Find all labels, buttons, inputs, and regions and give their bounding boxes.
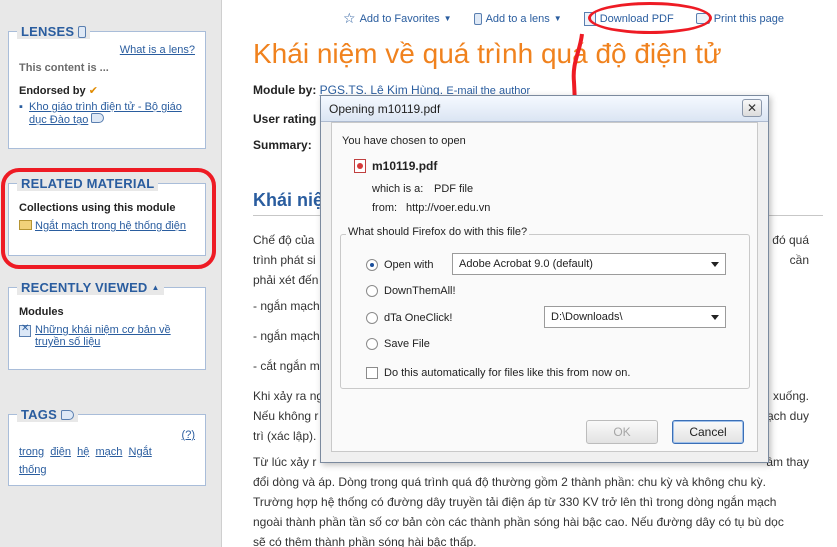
- summary-label: Summary:: [253, 138, 312, 152]
- bullet-icon: ▪: [19, 101, 23, 113]
- which-value: PDF file: [434, 183, 474, 195]
- module-icon: [19, 323, 31, 337]
- check-icon: ✔: [88, 85, 98, 97]
- which-label: which is a:: [372, 183, 424, 195]
- ok-button[interactable]: OK: [586, 420, 658, 444]
- folder-icon: [19, 220, 32, 230]
- tag-link[interactable]: mạch: [96, 446, 123, 458]
- print-button[interactable]: Print this page: [695, 10, 784, 27]
- tags-title: TAGS: [17, 407, 78, 422]
- dialog-filename: m10119.pdf: [372, 159, 438, 173]
- dialog-titlebar[interactable]: Opening m10119.pdf ✕: [321, 96, 768, 122]
- endorse-link[interactable]: Kho giáo trình điện tử - Bộ giáo: [29, 101, 195, 113]
- lenses-panel: LENSES What is a lens? This content is .…: [8, 24, 206, 149]
- lenses-title: LENSES: [17, 24, 91, 39]
- endorsed-label: Endorsed by ✔: [19, 85, 98, 97]
- dta-oneclick-radio[interactable]: [366, 312, 378, 324]
- dialog-body: You have chosen to open m10119.pdf which…: [331, 122, 758, 452]
- pdf-file-icon: [354, 159, 366, 173]
- user-rating-label: User rating: [253, 112, 317, 126]
- recently-viewed-panel: RECENTLY VIEWED ▲ Modules Những khái niệ…: [8, 280, 206, 370]
- content-label: This content is ...: [19, 62, 109, 74]
- tag-link[interactable]: thống: [19, 464, 47, 476]
- module-link-cont[interactable]: truyền số liệu: [35, 336, 195, 348]
- add-to-favorites-button[interactable]: ☆ Add to Favorites ▼: [343, 10, 452, 27]
- recently-title: RECENTLY VIEWED ▲: [17, 280, 164, 295]
- auto-checkbox-label[interactable]: Do this automatically for files like thi…: [384, 367, 630, 379]
- collection-link[interactable]: Ngắt mạch trong hệ thống điện: [35, 220, 186, 232]
- save-file-label[interactable]: Save File: [384, 338, 430, 350]
- endorse-link-cont[interactable]: dục Đào tạo: [29, 114, 88, 126]
- tag-link[interactable]: Ngắt: [129, 446, 152, 458]
- tags-icon: [60, 409, 74, 420]
- download-pdf-button[interactable]: Download PDF: [583, 10, 674, 27]
- tags-panel: TAGS (?) trong điện hệ mạch Ngắt thống: [8, 407, 206, 486]
- collapse-icon[interactable]: ▲: [152, 283, 160, 292]
- close-button[interactable]: ✕: [742, 99, 762, 117]
- from-value: http://voer.edu.vn: [406, 202, 491, 214]
- collections-label: Collections using this module: [19, 202, 176, 214]
- open-with-select[interactable]: Adobe Acrobat 9.0 (default): [452, 253, 726, 275]
- open-with-radio[interactable]: [366, 259, 378, 271]
- downthemall-label[interactable]: DownThemAll!: [384, 285, 456, 297]
- lens-icon: [473, 12, 482, 25]
- what-is-lens-link[interactable]: What is a lens?: [120, 44, 195, 56]
- tag-link[interactable]: hệ: [77, 446, 89, 458]
- tag-link[interactable]: điện: [50, 446, 71, 458]
- open-with-label[interactable]: Open with: [384, 259, 434, 271]
- module-link[interactable]: Những khái niệm cơ bản về: [35, 324, 195, 336]
- dialog-intro: You have chosen to open: [342, 135, 466, 147]
- star-icon: ☆: [343, 10, 356, 26]
- page-title: Khái niệm về quá trình quá độ điện tử: [253, 38, 722, 69]
- save-file-radio[interactable]: [366, 338, 378, 350]
- chevron-down-icon: [711, 262, 719, 267]
- toolbar: ☆ Add to Favorites ▼ Add to a lens ▼ Downlo…: [343, 10, 784, 27]
- pdf-icon: [583, 11, 596, 26]
- lens-icon: [78, 25, 87, 38]
- sidebar: LENSES What is a lens? This content is .…: [0, 0, 222, 547]
- auto-checkbox[interactable]: [366, 367, 378, 379]
- printer-icon: [695, 13, 710, 24]
- chevron-down-icon: ▼: [443, 14, 452, 23]
- related-title: RELATED MATERIAL: [17, 176, 159, 191]
- tag-link[interactable]: trong: [19, 446, 44, 458]
- related-material-panel: RELATED MATERIAL Collections using this …: [8, 176, 206, 256]
- open-file-dialog: Opening m10119.pdf ✕ You have chosen to …: [320, 95, 769, 463]
- chevron-down-icon: [711, 315, 719, 320]
- add-to-lens-button[interactable]: Add to a lens ▼: [473, 10, 562, 27]
- tags-help-link[interactable]: (?): [182, 429, 195, 441]
- downthemall-radio[interactable]: [366, 285, 378, 297]
- dta-path-select[interactable]: D:\Downloads\: [544, 306, 726, 328]
- modules-label: Modules: [19, 306, 64, 318]
- action-question: What should Firefox do with this file?: [346, 226, 530, 238]
- cancel-button[interactable]: Cancel: [672, 420, 744, 444]
- tag-icon: [91, 113, 105, 123]
- chevron-down-icon: ▼: [553, 14, 562, 23]
- from-label: from:: [372, 202, 398, 214]
- dta-oneclick-label[interactable]: dTa OneClick!: [384, 312, 452, 324]
